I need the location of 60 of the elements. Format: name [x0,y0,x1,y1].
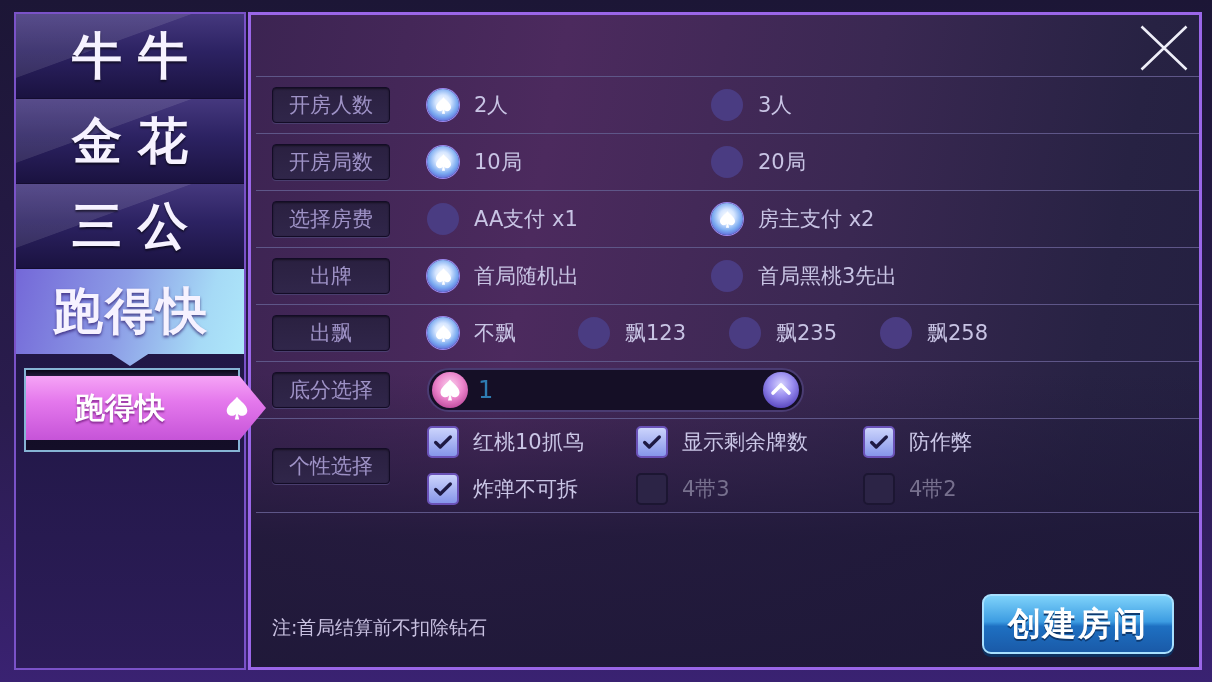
option-label: 飘123 [625,320,687,347]
option-label: 不飘 [474,320,516,347]
option-label: 20局 [758,149,806,176]
radio-button[interactable] [711,260,743,292]
option-label: 4带2 [909,476,957,503]
dropdown-field[interactable]: 1 [427,368,804,412]
spade-icon [433,152,453,172]
radio-button[interactable] [427,89,459,121]
game-tab[interactable]: 跑得快 [16,269,244,366]
checkbox[interactable] [863,426,895,458]
option-label: 首局随机出 [474,263,579,290]
setting-label: 选择房费 [272,201,390,237]
chevron-up-icon[interactable] [763,372,799,408]
option-label: 飘235 [776,320,838,347]
spade-icon [717,209,737,229]
game-tab[interactable]: 牛牛 [16,14,244,99]
create-room-button[interactable]: 创建房间 [982,594,1174,654]
setting-label: 出飘 [272,315,390,351]
setting-label: 出牌 [272,258,390,294]
setting-label: 底分选择 [272,372,390,408]
dropdown-value: 1 [478,376,495,404]
option-label: 首局黑桃3先出 [758,263,898,290]
radio-button[interactable] [427,146,459,178]
option-label: 4带3 [682,476,730,503]
radio-button[interactable] [711,146,743,178]
close-icon [1140,25,1188,71]
option-label: 红桃10抓鸟 [473,429,584,456]
spade-icon [433,266,453,286]
option-label: 房主支付 x2 [758,206,875,233]
checkbox[interactable] [427,426,459,458]
spade-icon [224,394,250,422]
option-label: 3人 [758,92,793,119]
radio-button[interactable] [427,203,459,235]
spade-icon [433,323,453,343]
checkbox[interactable] [636,426,668,458]
option-label: 防作弊 [909,429,972,456]
radio-button[interactable] [711,89,743,121]
spade-icon [432,372,468,408]
note-text: 注:首局结算前不扣除钻石 [272,615,488,640]
option-label: 飘258 [927,320,989,347]
close-button[interactable] [1140,25,1188,71]
option-label: AA支付 x1 [474,206,578,233]
radio-button[interactable] [711,203,743,235]
setting-label: 个性选择 [272,447,390,484]
checkbox[interactable] [427,473,459,505]
radio-button[interactable] [578,317,610,349]
radio-button[interactable] [729,317,761,349]
option-label: 炸弹不可拆 [473,476,578,503]
radio-button[interactable] [880,317,912,349]
radio-button[interactable] [427,260,459,292]
setting-label: 开房人数 [272,87,390,123]
spade-icon [433,95,453,115]
submode-tab[interactable]: 跑得快 [26,376,266,440]
game-tab[interactable]: 三公 [16,184,244,269]
radio-button[interactable] [427,317,459,349]
option-label: 2人 [474,92,509,119]
option-label: 10局 [474,149,522,176]
game-tab[interactable]: 金花 [16,99,244,184]
option-label: 显示剩余牌数 [682,429,808,456]
setting-label: 开房局数 [272,144,390,180]
